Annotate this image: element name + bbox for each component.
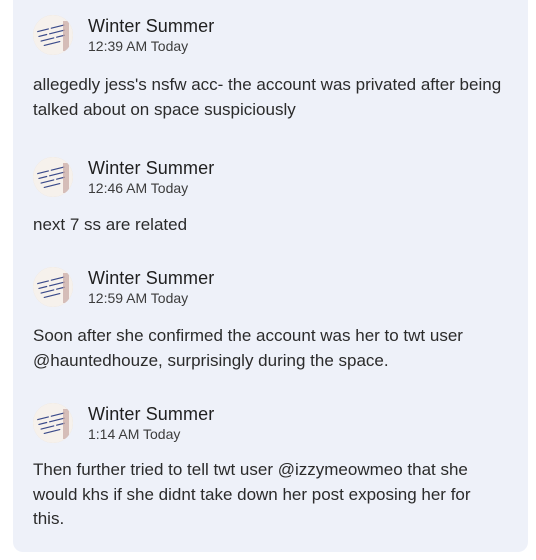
message-timestamp: 12:46 AM Today [88,180,189,196]
avatar-icon[interactable] [33,267,73,307]
message-timestamp: 12:39 AM Today [88,38,189,54]
message-author[interactable]: Winter Summer [88,16,214,37]
message-text: Soon after she confirmed the account was… [33,326,463,370]
message-timestamp: 1:14 AM Today [88,426,181,442]
avatar-icon[interactable] [33,403,73,443]
message-author[interactable]: Winter Summer [88,158,214,179]
avatar-icon[interactable] [33,157,73,197]
avatar-icon[interactable] [33,15,73,55]
message-text: next 7 ss are related [33,215,188,234]
message-item: Winter Summer 12:46 AM Today next 7 ss a… [33,157,513,237]
message-item: Winter Summer 12:39 AM Today allegedly j… [33,15,513,125]
message-text: allegedly jess's nsfw acc- the account w… [33,75,502,119]
message-author[interactable]: Winter Summer [88,268,214,289]
message-author[interactable]: Winter Summer [88,404,214,425]
message-thread: Winter Summer 12:39 AM Today allegedly j… [13,0,528,552]
message-timestamp: 12:59 AM Today [88,290,189,306]
message-text: Then further tried to tell twt user @izz… [33,460,471,528]
message-item: Winter Summer 1:14 AM Today Then further… [33,403,513,538]
message-item: Winter Summer 12:59 AM Today Soon after … [33,267,513,377]
